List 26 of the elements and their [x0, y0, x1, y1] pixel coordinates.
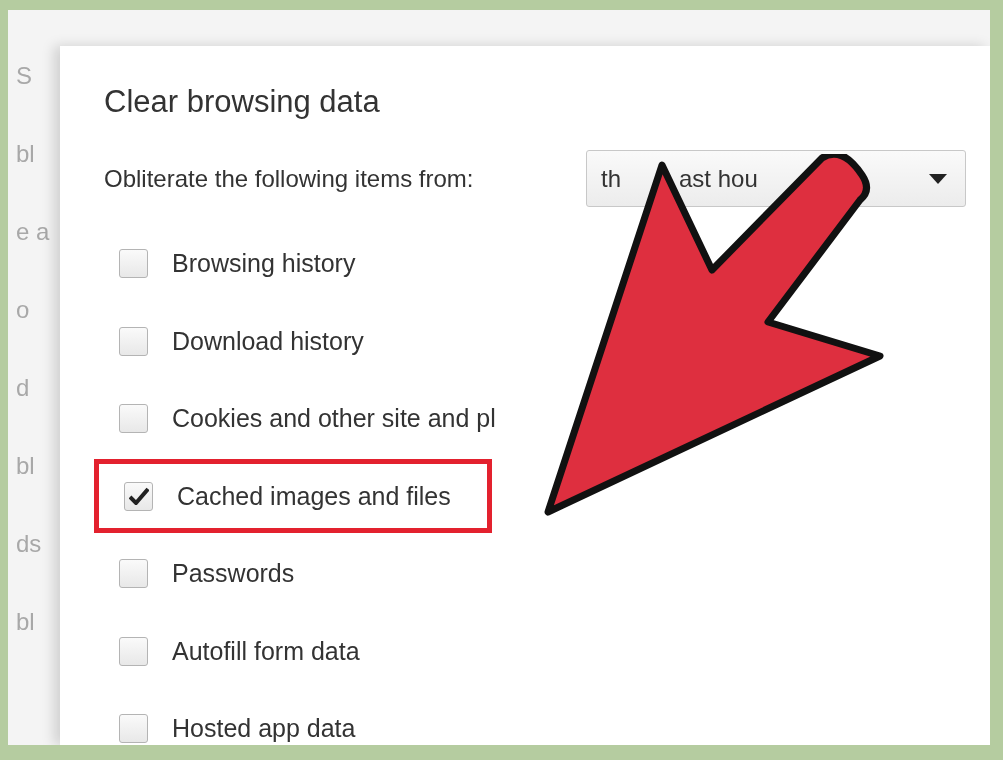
- dialog-title: Clear browsing data: [104, 83, 381, 121]
- checkbox[interactable]: [119, 326, 148, 356]
- background-text: bl: [16, 611, 36, 633]
- range-label: Obliterate the following items from:: [104, 163, 475, 194]
- background-text: o: [16, 299, 31, 321]
- background-text: bl: [16, 455, 36, 477]
- checkbox[interactable]: [119, 559, 148, 589]
- checkbox-label: Passwords: [172, 558, 295, 589]
- checkbox[interactable]: [119, 714, 148, 744]
- checkbox-label: Browsing history: [172, 248, 356, 279]
- checkbox-label: Download history: [172, 325, 364, 357]
- checkbox[interactable]: [119, 249, 148, 279]
- background-text: bl: [16, 143, 36, 165]
- background-text: S: [16, 65, 33, 87]
- checkbox[interactable]: [119, 636, 148, 666]
- background-text: d: [16, 377, 31, 399]
- checkbox[interactable]: [119, 404, 148, 434]
- dropdown-caret-icon: [929, 173, 947, 184]
- checkbox[interactable]: [124, 481, 153, 511]
- checkmark-icon: [128, 487, 149, 506]
- checkbox-label: Hosted app data: [172, 713, 356, 744]
- checkbox-label: Cached images and files: [177, 480, 451, 512]
- checkbox-label: Autofill form data: [172, 635, 360, 667]
- background-text: e a: [16, 221, 51, 243]
- background-text: ds: [16, 533, 43, 555]
- checkbox-label: Cookies and other site and pl: [172, 403, 496, 434]
